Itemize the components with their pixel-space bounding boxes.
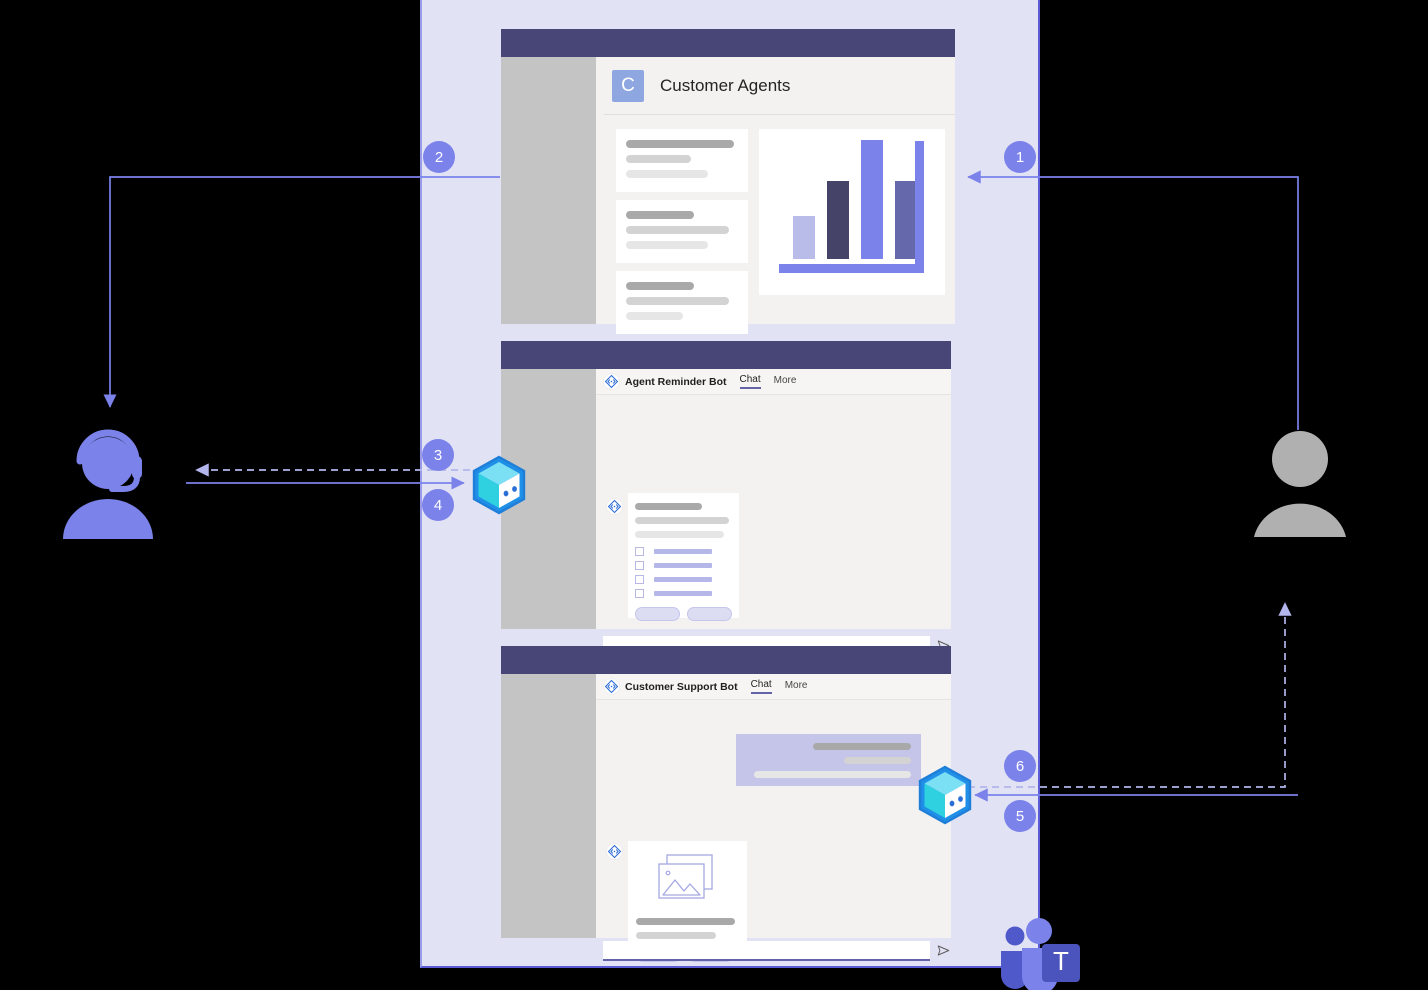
image-placeholder-icon <box>657 854 713 899</box>
adaptive-card-hero[interactable] <box>628 841 747 962</box>
step-badge-4: 4 <box>422 489 454 521</box>
checkbox-icon[interactable] <box>635 589 644 598</box>
step-number: 3 <box>433 446 443 464</box>
checklist-label <box>654 563 712 568</box>
chat-message-list <box>596 396 951 656</box>
window-titlebar <box>501 29 955 57</box>
skeleton-line <box>636 918 735 925</box>
skeleton-line <box>635 503 702 510</box>
skeleton-line <box>754 771 911 778</box>
checklist-row[interactable] <box>635 561 732 570</box>
tab-more[interactable]: More <box>774 375 797 388</box>
skeleton-line <box>626 226 729 234</box>
bot-app-icon <box>603 373 620 390</box>
checkbox-icon[interactable] <box>635 561 644 570</box>
tab-chat[interactable]: Chat <box>739 374 761 389</box>
step-badge-1: 1 <box>1004 141 1036 173</box>
skeleton-line <box>626 140 734 148</box>
window-titlebar <box>501 646 951 674</box>
tab-more[interactable]: More <box>785 680 808 693</box>
customer-icon <box>1254 431 1346 537</box>
checklist-label <box>654 549 712 554</box>
bot-message-avatar <box>606 498 623 515</box>
checklist-row[interactable] <box>635 547 732 556</box>
window-left-rail <box>501 674 596 938</box>
skeleton-line <box>626 282 694 290</box>
message-compose-box[interactable] <box>603 941 930 961</box>
page-title: Customer Agents <box>660 75 791 95</box>
window-content: Agent Reminder Bot Chat More <box>596 369 951 656</box>
teams-logo-letter: T <box>1053 946 1069 976</box>
skeleton-line <box>626 312 683 320</box>
window-customer-support-bot[interactable]: Customer Support Bot Chat More <box>501 646 951 962</box>
chart-bar <box>895 181 917 259</box>
chat-header: Agent Reminder Bot Chat More <box>596 369 951 395</box>
skeleton-line <box>626 155 691 163</box>
skeleton-line <box>626 241 708 249</box>
app-content <box>604 116 955 334</box>
step-badge-5: 5 <box>1004 800 1036 832</box>
step-number: 1 <box>1015 148 1025 166</box>
user-message-bubble[interactable] <box>736 734 921 786</box>
card-action-button[interactable] <box>687 607 732 621</box>
bot-app-icon <box>603 678 620 695</box>
card-action-button[interactable] <box>635 607 680 621</box>
adaptive-card-checklist[interactable] <box>628 493 739 621</box>
bot-message-avatar <box>606 843 623 860</box>
chart-bar <box>861 140 883 259</box>
tab-chat[interactable]: Chat <box>750 679 772 694</box>
skeleton-line <box>626 170 708 178</box>
app-header: C Customer Agents <box>604 57 955 115</box>
window-left-rail <box>501 57 596 324</box>
checklist-row[interactable] <box>635 575 732 584</box>
checkbox-icon[interactable] <box>635 575 644 584</box>
chat-message-list <box>596 701 951 962</box>
step-badge-2: 2 <box>423 141 455 173</box>
bot-cube-icon[interactable] <box>471 455 527 515</box>
skeleton-line <box>626 297 729 305</box>
bot-name: Customer Support Bot <box>625 680 738 693</box>
step-number: 5 <box>1015 807 1025 825</box>
skeleton-line <box>813 743 911 750</box>
checklist-label <box>654 591 712 596</box>
customer-agent-icon <box>63 429 153 539</box>
checkbox-icon[interactable] <box>635 547 644 556</box>
window-customer-agents[interactable]: C Customer Agents <box>501 29 955 334</box>
step-number: 2 <box>434 148 444 166</box>
step-badge-3: 3 <box>422 439 454 471</box>
window-content: Customer Support Bot Chat More <box>596 674 951 962</box>
window-titlebar <box>501 341 951 369</box>
step-number: 6 <box>1015 757 1025 775</box>
window-content: C Customer Agents <box>596 57 955 334</box>
analytics-bar-chart <box>759 129 945 295</box>
bot-cube-icon[interactable] <box>917 765 973 825</box>
checklist-row[interactable] <box>635 589 732 598</box>
chat-header: Customer Support Bot Chat More <box>596 674 951 700</box>
skeleton-line <box>844 757 911 764</box>
bot-name: Agent Reminder Bot <box>625 375 727 388</box>
checklist-label <box>654 577 712 582</box>
skeleton-line <box>626 211 694 219</box>
step-badge-6: 6 <box>1004 750 1036 782</box>
list-item[interactable] <box>616 200 748 263</box>
send-icon[interactable] <box>936 943 951 958</box>
list-item[interactable] <box>616 129 748 192</box>
skeleton-line <box>635 517 729 524</box>
app-avatar: C <box>612 69 644 102</box>
skeleton-line <box>635 531 724 538</box>
skeleton-line <box>636 932 716 939</box>
chart-bar <box>793 216 815 259</box>
microsoft-teams-logo: T <box>1001 918 1080 990</box>
list-item[interactable] <box>616 271 748 334</box>
chart-bar <box>827 181 849 259</box>
window-agent-reminder-bot[interactable]: Agent Reminder Bot Chat More <box>501 341 951 656</box>
diagram-canvas: C Customer Agents Agent Reminder Bot Cha… <box>0 0 1428 990</box>
chart-y-axis <box>915 141 924 273</box>
step-number: 4 <box>433 496 443 514</box>
chart-x-axis <box>779 264 924 273</box>
